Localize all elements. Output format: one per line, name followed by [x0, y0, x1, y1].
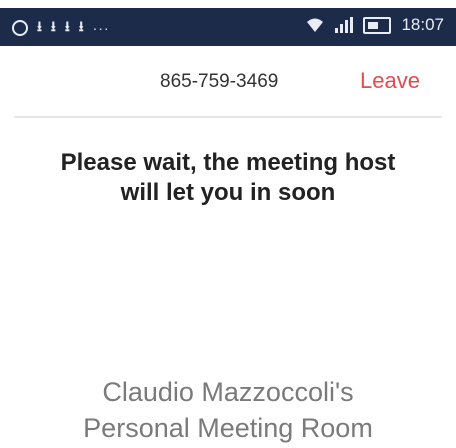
status-left-icons: ⭳ ⭳ ⭳ ⭳ ··· — [12, 16, 110, 40]
circle-icon — [12, 20, 28, 36]
leave-button[interactable]: Leave — [360, 68, 420, 94]
wifi-icon — [307, 18, 324, 32]
wait-message-line-1: Please wait, the meeting host — [60, 149, 396, 176]
download-icon: ⭳ — [64, 18, 70, 34]
room-name-line-2: Personal Meeting Room — [83, 413, 373, 443]
status-right-icons: 18:07 — [305, 15, 444, 35]
more-icon: ··· — [92, 20, 110, 36]
download-icon: ⭳ — [78, 18, 84, 34]
download-icon: ⭳ — [50, 18, 56, 34]
wait-message-line-2: will let you in soon — [120, 179, 336, 206]
battery-icon — [363, 16, 392, 34]
signal-icon — [335, 17, 354, 33]
download-icon: ⭳ — [37, 18, 42, 34]
status-time: 18:07 — [401, 15, 444, 34]
status-bar: ⭳ ⭳ ⭳ ⭳ ··· 18:07 — [0, 8, 456, 46]
meeting-header: 865-759-3469 Leave — [0, 46, 456, 114]
top-strip — [0, 0, 456, 8]
wait-message: Please wait, the meeting host will let y… — [0, 148, 456, 208]
room-name-line-1: Claudio Mazzoccoli's — [102, 377, 354, 407]
divider — [14, 116, 442, 118]
meeting-id: 865-759-3469 — [160, 71, 279, 92]
room-name: Claudio Mazzoccoli's Personal Meeting Ro… — [0, 374, 456, 446]
